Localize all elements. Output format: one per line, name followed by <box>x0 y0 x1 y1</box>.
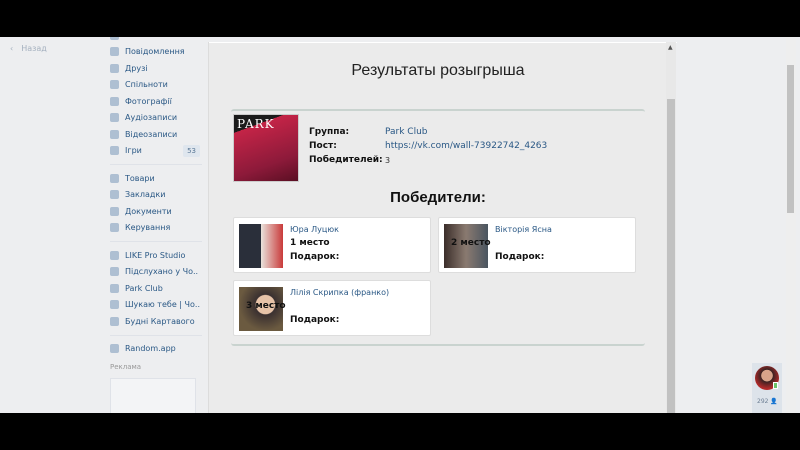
mobile-online-icon <box>773 382 778 389</box>
chat-widget[interactable]: 292 👤 <box>752 363 782 413</box>
results-card: PARK Группа: Park Club Пост: https://vk.co… <box>231 109 645 346</box>
page-scroll-thumb[interactable] <box>787 65 794 213</box>
message-icon <box>110 47 119 57</box>
winner-gift: Подарок: <box>290 315 340 325</box>
winner-name[interactable]: Лілія Скрипка (франко) <box>290 288 389 297</box>
sidebar-item-manage[interactable]: Керування <box>110 220 202 237</box>
sidebar-item-messages[interactable]: Повідомлення <box>110 44 202 61</box>
star-icon <box>110 190 119 200</box>
sidebar-group[interactable]: Підслухано у Чо.. <box>110 264 202 281</box>
cover-logo: PARK <box>237 117 275 131</box>
sidebar-item-goods[interactable]: Товари <box>110 170 202 187</box>
winner-gift: Подарок: <box>290 252 340 262</box>
group-label: Группа: <box>309 127 350 137</box>
bag-icon <box>110 173 119 183</box>
gamepad-icon <box>110 146 119 156</box>
sidebar-item-random-app[interactable]: Random.app <box>110 341 202 358</box>
winner-name[interactable]: Юра Луцюк <box>290 225 339 234</box>
post-label: Пост: <box>309 141 337 151</box>
winners-count: 3 <box>385 155 391 165</box>
winner-card: Юра Луцюк 1 место Подарок: <box>233 217 431 273</box>
winner-gift: Подарок: <box>495 252 545 262</box>
sidebar-nav: Повідомлення Друзі Спільноти Фотографії … <box>110 37 202 413</box>
sidebar-item-games[interactable]: Ігри 53 <box>110 143 202 160</box>
winners-heading: Победители: <box>390 189 486 206</box>
sidebar-item-audio[interactable]: Аудіозаписи <box>110 110 202 127</box>
sidebar-group[interactable]: LIKE Pro Studio <box>110 247 202 264</box>
group-link[interactable]: Park Club <box>385 127 428 137</box>
winners-count-label: Победителей: <box>309 155 383 165</box>
sidebar-item-photos[interactable]: Фотографії <box>110 93 202 110</box>
sidebar-group[interactable]: Будні Картавого <box>110 313 202 330</box>
post-link[interactable]: https://vk.com/wall-73922742_4263 <box>385 141 547 151</box>
users-icon <box>110 300 119 310</box>
scroll-up-icon[interactable]: ▲ <box>668 44 673 51</box>
divider <box>110 241 202 242</box>
camera-icon <box>110 96 119 106</box>
frame-scroll-thumb[interactable] <box>667 99 675 413</box>
winner-place: 3 место <box>246 301 286 311</box>
users-icon <box>110 316 119 326</box>
users-icon <box>110 283 119 293</box>
chevron-left-icon: ‹ <box>10 44 14 53</box>
sidebar-item-documents[interactable]: Документи <box>110 203 202 220</box>
frame-border <box>209 42 677 43</box>
sidebar-group[interactable]: Шукаю тебе | Чо.. <box>110 297 202 314</box>
sidebar-item-video[interactable]: Відеозаписи <box>110 126 202 143</box>
divider <box>110 164 202 165</box>
online-count: 292 👤 <box>757 398 778 405</box>
sidebar-group[interactable]: Park Club <box>110 280 202 297</box>
winner-place: 1 место <box>290 238 330 248</box>
document-icon <box>110 206 119 216</box>
video-icon <box>110 129 119 139</box>
vk-page: ‹ Назад Повідомлення Друзі Спільноти Фото… <box>0 37 800 413</box>
users-icon <box>110 267 119 277</box>
winner-name[interactable]: Вікторія Ясна <box>495 225 552 234</box>
users-icon <box>110 250 119 260</box>
user-icon: 👤 <box>770 398 778 405</box>
post-cover-image[interactable]: PARK <box>233 114 299 182</box>
back-link[interactable]: ‹ Назад <box>10 44 47 53</box>
post-info: Группа: Park Club Пост: https://vk.com/wal… <box>309 125 547 167</box>
page-scrollbar[interactable] <box>786 37 796 413</box>
user-icon <box>110 63 119 73</box>
ad-label: Реклама <box>110 363 142 371</box>
winner-avatar[interactable] <box>239 224 283 268</box>
ad-box[interactable] <box>110 378 196 413</box>
app-frame: Результаты розыгрыша PARK Группа: Park Cl… <box>208 42 677 413</box>
divider <box>110 334 202 336</box>
winner-place: 2 место <box>451 238 491 248</box>
music-icon <box>110 113 119 123</box>
frame-scrollbar[interactable]: ▲ <box>666 42 676 413</box>
winner-card: Лілія Скрипка (франко) 3 место Подарок: <box>233 280 431 336</box>
app-grid-icon <box>110 344 119 354</box>
games-badge: 53 <box>183 144 200 157</box>
page-title: Результаты розыгрыша <box>351 62 525 79</box>
news-icon <box>110 37 119 40</box>
sidebar-item-bookmarks[interactable]: Закладки <box>110 187 202 204</box>
sidebar-item-communities[interactable]: Спільноти <box>110 77 202 94</box>
users-icon <box>110 80 119 90</box>
gamepad-icon <box>110 223 119 233</box>
sidebar-item-friends[interactable]: Друзі <box>110 60 202 77</box>
winner-card: Вікторія Ясна 2 место Подарок: <box>438 217 636 273</box>
online-count-value: 292 <box>757 398 769 405</box>
